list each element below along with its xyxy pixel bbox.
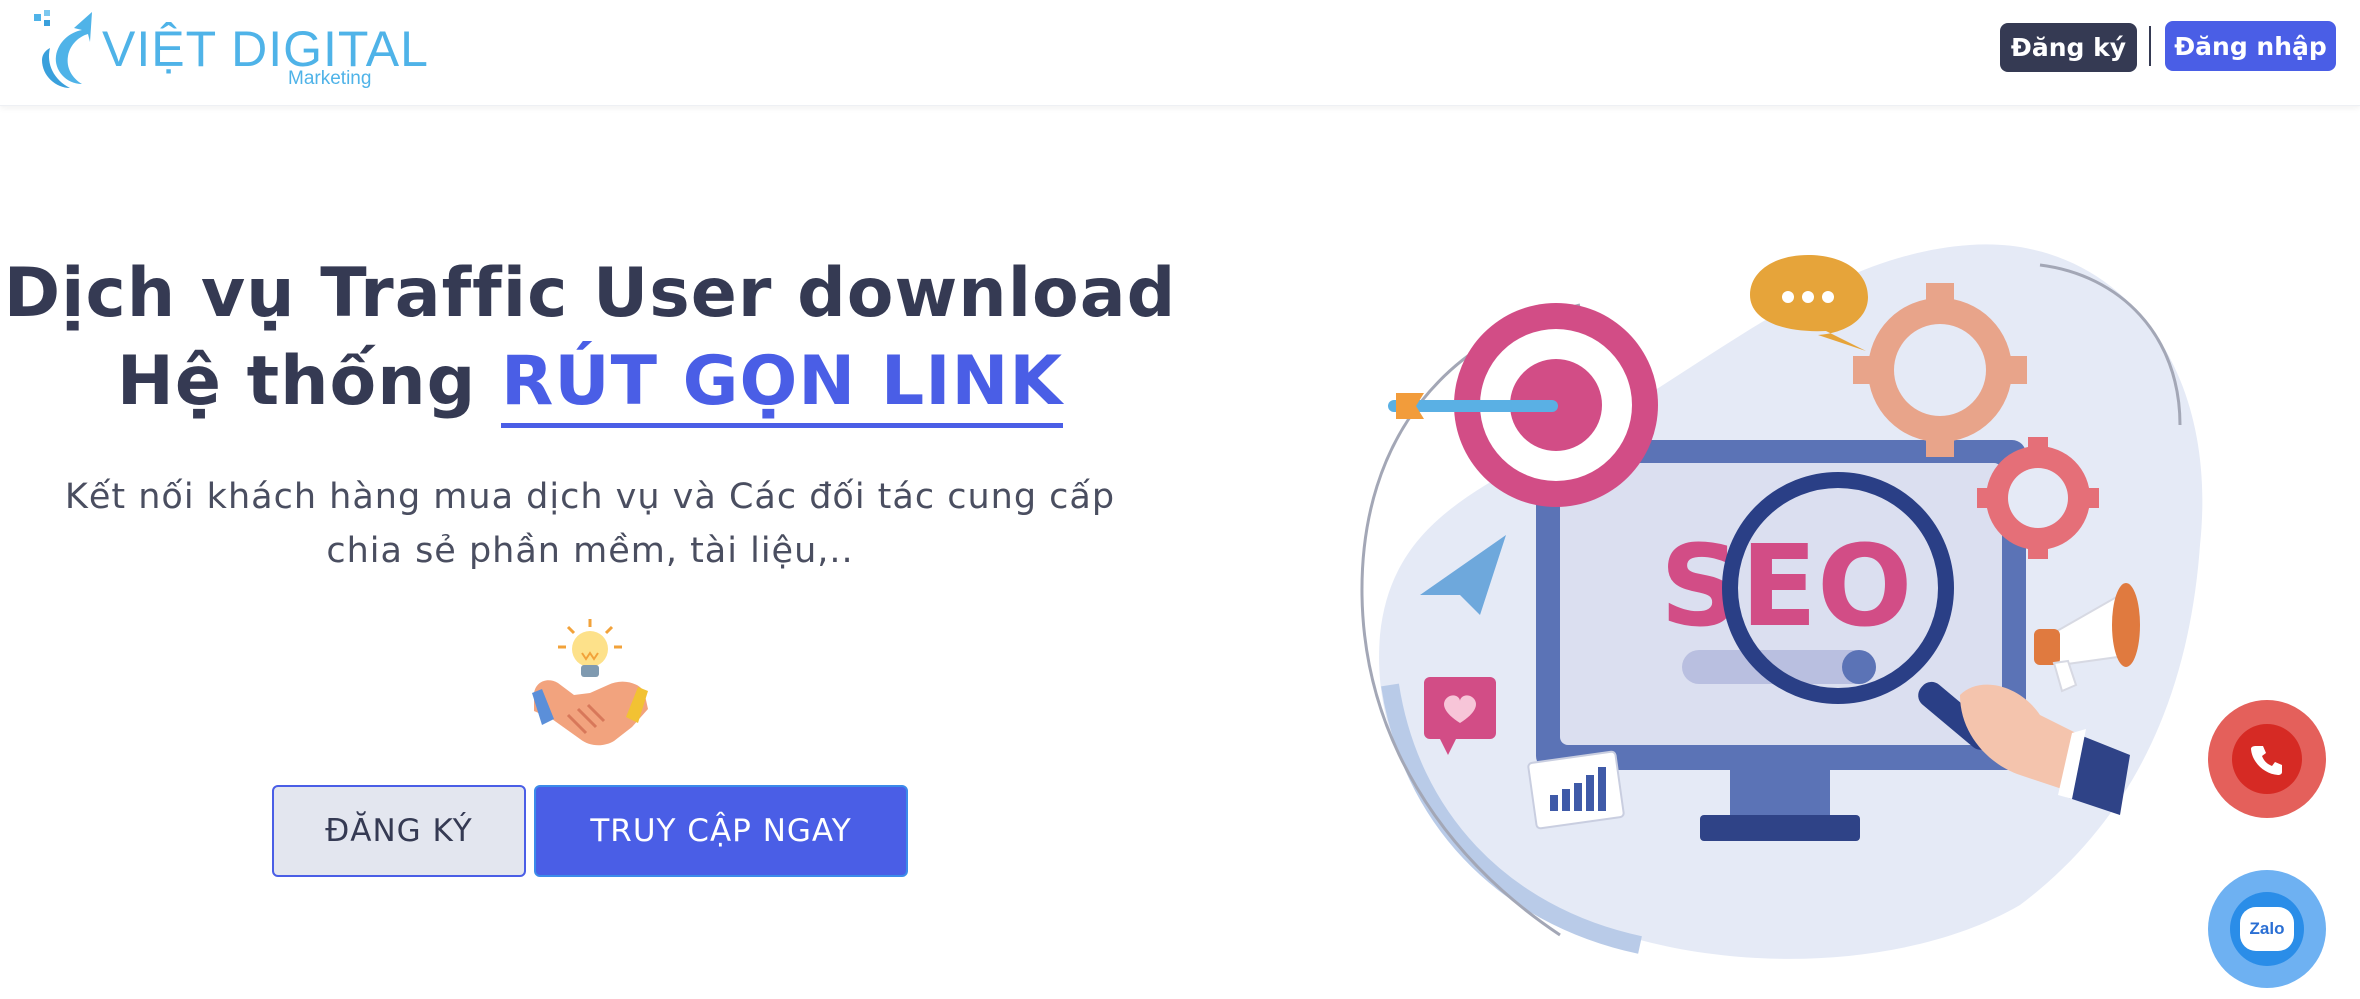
phone-call-button[interactable] (2208, 700, 2326, 818)
bar-chart-card-icon (1527, 750, 1625, 830)
chat-dot-3 (1822, 291, 1834, 303)
header-divider (2149, 26, 2151, 66)
logo-subtitle: Marketing (288, 68, 372, 89)
hero-title-highlight: RÚT GỌN LINK (501, 342, 1064, 428)
hero-title: Dịch vụ Traffic User download Hệ thống R… (0, 250, 1180, 428)
hero-title-prefix: Hệ thống (116, 342, 502, 421)
logo-mark-icon (34, 10, 92, 88)
hero-section: Dịch vụ Traffic User download Hệ thống R… (0, 250, 1180, 578)
site-header: VIỆT DIGITAL Marketing Đăng ký Đăng nhập (0, 0, 2360, 106)
seo-text: SEO (1660, 522, 1912, 652)
site-logo[interactable]: VIỆT DIGITAL Marketing (30, 8, 428, 94)
phone-icon (2251, 746, 2282, 775)
hero-title-line2: Hệ thống RÚT GỌN LINK (0, 338, 1180, 428)
seo-illustration: SEO (1360, 244, 2203, 959)
zalo-button-inner: Zalo (2230, 892, 2304, 966)
chat-dot-1 (1782, 291, 1794, 303)
header-register-button[interactable]: Đăng ký (2000, 23, 2137, 72)
hero-title-line1: Dịch vụ Traffic User download (3, 254, 1177, 333)
chat-dot-2 (1802, 291, 1814, 303)
hero-actions: ĐĂNG KÝ TRUY CẬP NGAY (272, 785, 912, 877)
hero-register-button[interactable]: ĐĂNG KÝ (272, 785, 526, 877)
monitor-neck (1730, 770, 1830, 820)
logo-title: VIỆT DIGITAL (102, 21, 429, 77)
monitor-base (1700, 815, 1860, 841)
handshake-lightbulb-icon (532, 619, 648, 746)
zalo-icon: Zalo (2240, 907, 2294, 951)
phone-button-inner (2232, 724, 2302, 794)
hero-subtitle-line1: Kết nối khách hàng mua dịch vụ và Các đố… (64, 477, 1116, 517)
screen-search-button (1842, 650, 1876, 684)
header-login-button[interactable]: Đăng nhập (2165, 21, 2336, 71)
zalo-chat-button[interactable]: Zalo (2208, 870, 2326, 988)
hero-subtitle: Kết nối khách hàng mua dịch vụ và Các đố… (0, 470, 1180, 578)
hero-access-button[interactable]: TRUY CẬP NGAY (534, 785, 908, 877)
hero-subtitle-line2: chia sẻ phần mềm, tài liệu,.. (326, 531, 854, 571)
